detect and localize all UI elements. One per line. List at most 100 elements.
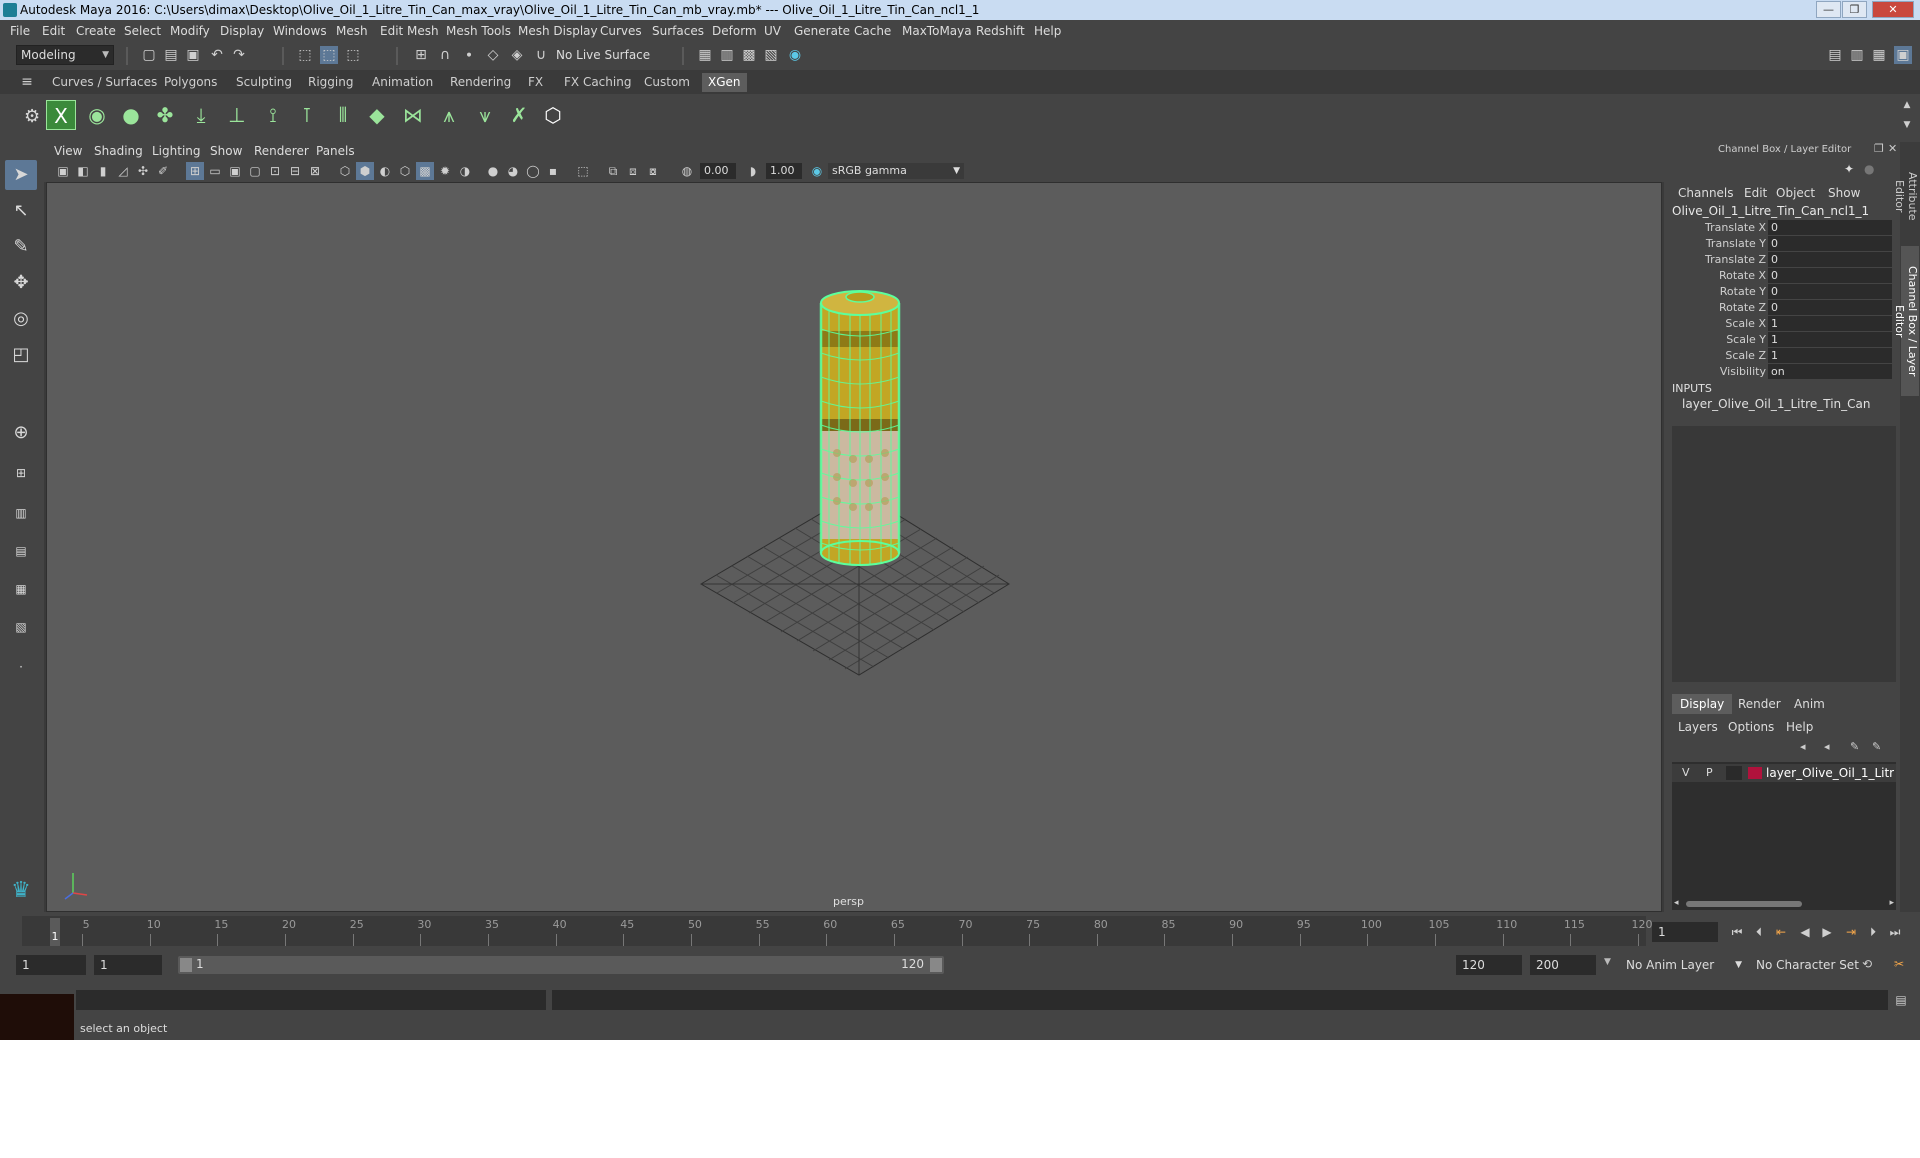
render-view-icon[interactable]: ▧: [762, 46, 780, 64]
image-plane-icon[interactable]: ◿: [114, 162, 132, 180]
select-hierarchy-icon[interactable]: ⬚: [296, 46, 314, 64]
motion-blur-icon[interactable]: ◕: [504, 162, 522, 180]
time-slider-track[interactable]: 1 5 10 15 20 25 30 35 40 45 50 55 60 65 70 75 80 85 90 95 1…: [22, 916, 1653, 946]
xgen-hexagon-icon[interactable]: ⬡: [538, 100, 568, 130]
modeling-toolkit-icon[interactable]: ▤: [1826, 46, 1844, 64]
multisample-aa-icon[interactable]: ◯: [524, 162, 542, 180]
four-pane-layout-icon[interactable]: ▥: [5, 498, 37, 528]
menu-create[interactable]: Create: [76, 24, 116, 38]
range-end-handle[interactable]: [930, 958, 942, 972]
playback-end-field[interactable]: 120: [1456, 955, 1522, 975]
layer-row[interactable]: V P layer_Olive_Oil_1_Litre_Ti: [1672, 764, 1896, 782]
layer-menu-options[interactable]: Options: [1728, 720, 1774, 734]
go-to-start-icon[interactable]: ⏮: [1728, 924, 1746, 940]
snap-curve-icon[interactable]: ∩: [436, 46, 454, 64]
go-to-end-icon[interactable]: ⏭: [1886, 924, 1904, 940]
channel-box-menu-channels[interactable]: Channels: [1678, 186, 1734, 200]
menu-surfaces[interactable]: Surfaces: [652, 24, 704, 38]
range-start-handle[interactable]: [180, 958, 192, 972]
rotate-tool-icon[interactable]: ◎: [5, 304, 37, 334]
layer-color-swatch[interactable]: [1748, 767, 1762, 779]
inputs-layer-item[interactable]: layer_Olive_Oil_1_Litre_Tin_Can: [1682, 397, 1870, 411]
layer-tab-display[interactable]: Display: [1672, 694, 1733, 714]
xray-joints-icon[interactable]: ⧈: [624, 162, 642, 180]
open-scene-icon[interactable]: ▤: [162, 46, 180, 64]
step-forward-frame-icon[interactable]: ⏵: [1864, 924, 1882, 940]
menu-windows[interactable]: Windows: [273, 24, 327, 38]
menu-edit-mesh[interactable]: Edit Mesh: [380, 24, 439, 38]
menu-generate[interactable]: Generate: [794, 24, 850, 38]
shelf-scroll-up-icon[interactable]: ▲: [1898, 96, 1916, 114]
menu-mesh[interactable]: Mesh: [336, 24, 368, 38]
auto-key-icon[interactable]: ⟲: [1858, 956, 1876, 972]
layer-menu-help[interactable]: Help: [1786, 720, 1813, 734]
menu-file[interactable]: File: [10, 24, 30, 38]
attr-value-field[interactable]: 0: [1768, 236, 1892, 251]
use-all-lights-icon[interactable]: ✹: [436, 162, 454, 180]
olive-oil-can-mesh[interactable]: [819, 290, 901, 566]
magnet-icon[interactable]: ∪: [532, 46, 550, 64]
render-settings-icon[interactable]: ▦: [696, 46, 714, 64]
range-bar[interactable]: 1 120: [178, 956, 944, 974]
snap-view-plane-icon[interactable]: ◇: [484, 46, 502, 64]
maximize-button[interactable]: ❐: [1842, 1, 1867, 18]
attr-value-field[interactable]: 0: [1768, 220, 1892, 235]
isolate-select-icon[interactable]: ⬚: [574, 162, 592, 180]
screen-space-ao-icon[interactable]: ●: [484, 162, 502, 180]
menu-display[interactable]: Display: [220, 24, 264, 38]
xgen-layers-icon[interactable]: ◆: [362, 100, 392, 130]
attr-value-field[interactable]: 0: [1768, 300, 1892, 315]
move-tool-icon[interactable]: ✥: [5, 268, 37, 298]
channel-box-manip-icon[interactable]: ●: [1864, 162, 1874, 176]
layer-tab-render[interactable]: Render: [1730, 694, 1789, 714]
attr-value-field[interactable]: 0: [1768, 268, 1892, 283]
xgen-guide-length-icon[interactable]: ⫴: [328, 100, 358, 130]
layer-name[interactable]: layer_Olive_Oil_1_Litre_Ti: [1766, 766, 1894, 780]
layer-tab-anim[interactable]: Anim: [1786, 694, 1833, 714]
attr-value-field[interactable]: 1: [1768, 332, 1892, 347]
color-space-dropdown[interactable]: sRGB gamma ▼: [828, 163, 964, 179]
layer-visibility-toggle[interactable]: V: [1682, 766, 1690, 779]
tab-rendering[interactable]: Rendering: [444, 73, 517, 92]
gate-mask-icon[interactable]: ▢: [246, 162, 264, 180]
undo-icon[interactable]: ↶: [208, 46, 226, 64]
viewport-menu-lighting[interactable]: Lighting: [152, 144, 201, 158]
menu-maxtomaya[interactable]: MaxToMaya: [902, 24, 972, 38]
hypershade-icon[interactable]: ◉: [786, 46, 804, 64]
xgen-description-icon[interactable]: ●: [116, 100, 146, 130]
xgen-sculpt-guide-icon[interactable]: ⟟: [258, 100, 288, 130]
viewport-menu-view[interactable]: View: [54, 144, 82, 158]
xgen-preview-icon[interactable]: ◉: [82, 100, 112, 130]
current-frame-field[interactable]: 1: [1652, 922, 1718, 942]
xgen-add-guide-icon[interactable]: ⊥: [222, 100, 252, 130]
chevron-down-icon[interactable]: ▼: [1604, 957, 1611, 967]
show-manipulator-icon[interactable]: ⊕: [5, 418, 37, 448]
menu-redshift[interactable]: Redshift: [976, 24, 1025, 38]
close-button[interactable]: ✕: [1872, 1, 1914, 18]
play-backward-icon[interactable]: ◀: [1796, 924, 1814, 940]
resolution-gate-icon[interactable]: ▣: [226, 162, 244, 180]
scroll-right-icon[interactable]: ▸: [1889, 898, 1894, 908]
live-surface-field[interactable]: No Live Surface: [552, 46, 656, 64]
xray-icon[interactable]: ⧉: [604, 162, 622, 180]
lasso-tool-icon[interactable]: ↖: [5, 196, 37, 226]
attr-value-field[interactable]: on: [1768, 364, 1892, 379]
menu-select[interactable]: Select: [124, 24, 161, 38]
script-language-toggle[interactable]: [0, 994, 74, 1040]
xgen-interactive-groom-icon[interactable]: ⋈: [398, 100, 428, 130]
attr-value-field[interactable]: 1: [1768, 316, 1892, 331]
scroll-left-icon[interactable]: ◂: [1674, 898, 1679, 908]
grease-pencil-icon[interactable]: ✐: [154, 162, 172, 180]
layer-display-type-toggle[interactable]: [1726, 766, 1742, 780]
two-d-pan-icon[interactable]: ✣: [134, 162, 152, 180]
tab-fx[interactable]: FX: [522, 73, 549, 92]
selected-object-name[interactable]: Olive_Oil_1_Litre_Tin_Can_ncl1_1: [1672, 204, 1869, 218]
safe-action-icon[interactable]: ⊟: [286, 162, 304, 180]
animation-end-field[interactable]: 200: [1530, 955, 1596, 975]
menu-cache[interactable]: Cache: [854, 24, 891, 38]
select-component-icon[interactable]: ⬚: [344, 46, 362, 64]
field-chart-icon[interactable]: ⊡: [266, 162, 284, 180]
single-pane-layout-icon[interactable]: ⊞: [5, 458, 37, 488]
depth-of-field-icon[interactable]: ▪: [544, 162, 562, 180]
camera-attributes-icon[interactable]: ◧: [74, 162, 92, 180]
